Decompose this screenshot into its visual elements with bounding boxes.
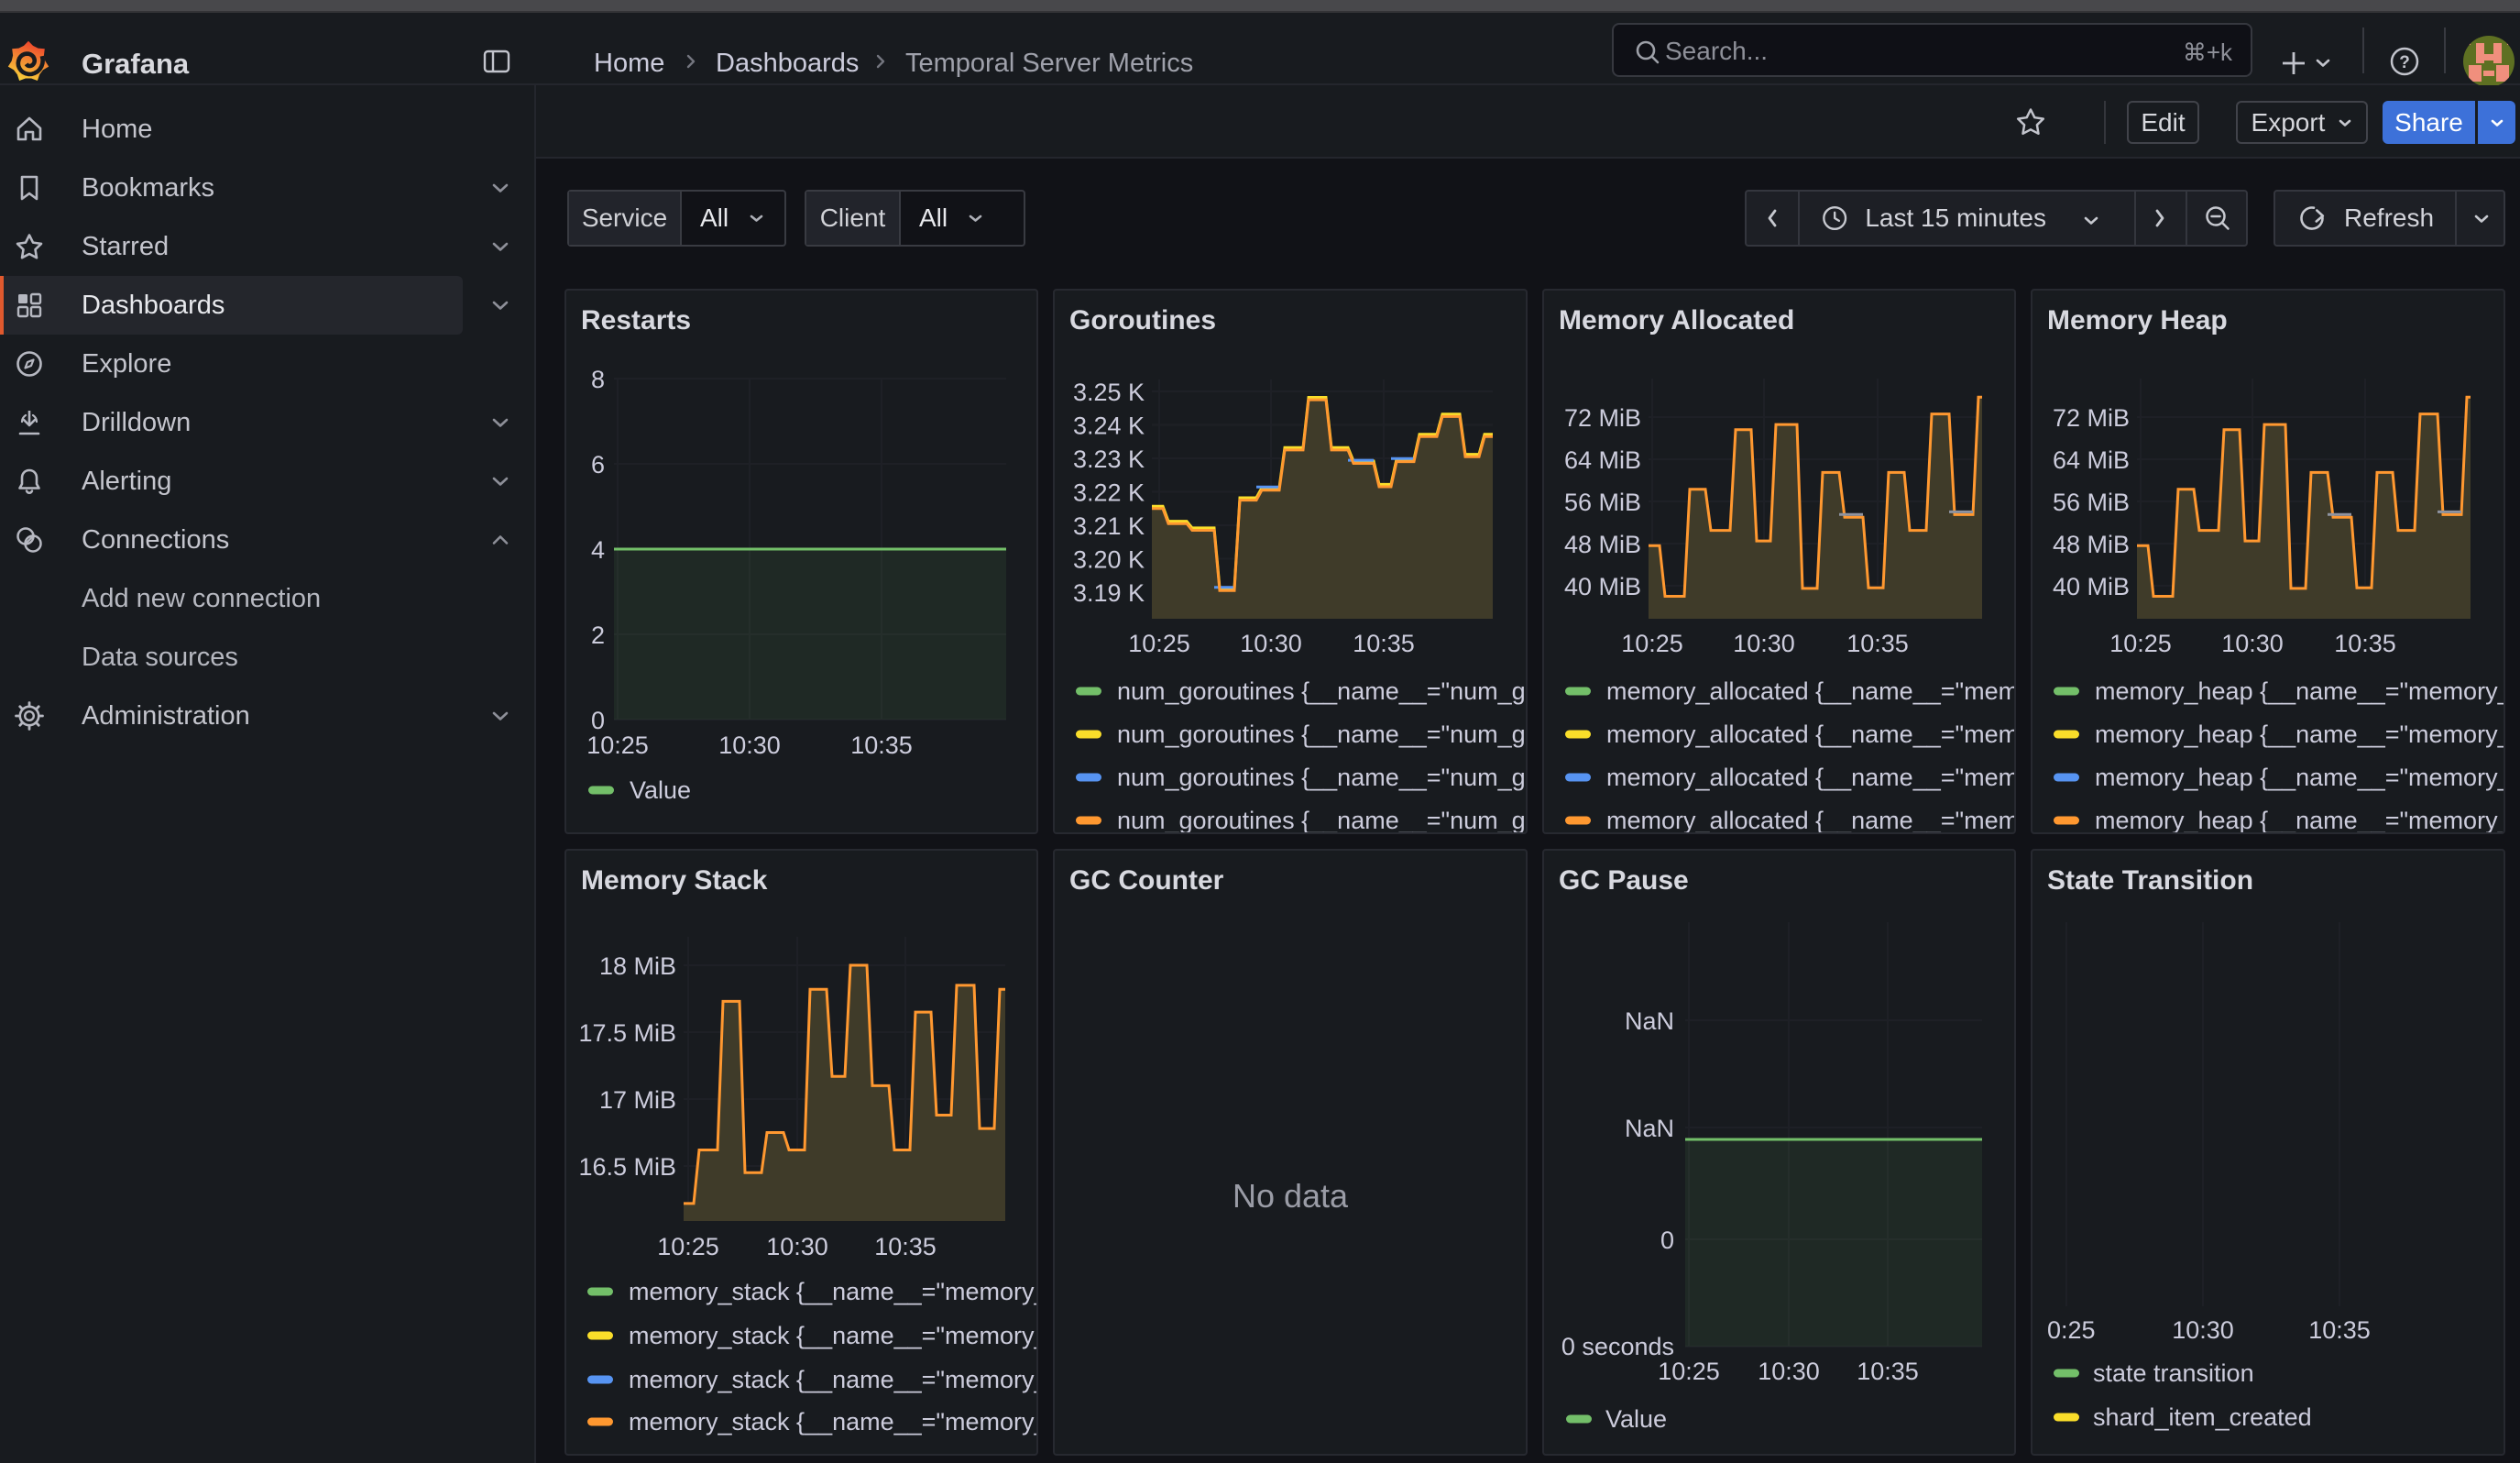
svg-text:num_goroutines {__name__="num_: num_goroutines {__name__="num_gor xyxy=(1117,807,1528,834)
svg-text:memory_allocated {__name__="me: memory_allocated {__name__="memor xyxy=(1606,807,2016,834)
svg-text:3.25 K: 3.25 K xyxy=(1073,379,1145,406)
svg-text:10:25: 10:25 xyxy=(1658,1358,1720,1385)
svg-text:Memory Heap: Memory Heap xyxy=(2047,305,2228,336)
svg-text:40 MiB: 40 MiB xyxy=(2053,573,2130,600)
svg-text:17.5 MiB: 17.5 MiB xyxy=(578,1019,676,1047)
svg-text:72 MiB: 72 MiB xyxy=(1564,404,1641,432)
svg-text:64 MiB: 64 MiB xyxy=(2053,446,2130,474)
svg-text:3.23 K: 3.23 K xyxy=(1073,446,1145,473)
svg-text:10:30: 10:30 xyxy=(2172,1316,2234,1344)
svg-text:10:25: 10:25 xyxy=(1128,630,1190,657)
svg-text:3.22 K: 3.22 K xyxy=(1073,479,1145,507)
svg-text:10:35: 10:35 xyxy=(1353,630,1415,657)
svg-text:0 seconds: 0 seconds xyxy=(1561,1333,1674,1360)
svg-text:18 MiB: 18 MiB xyxy=(599,952,676,980)
svg-text:GC Pause: GC Pause xyxy=(1559,865,1689,896)
svg-text:num_goroutines {__name__="num_: num_goroutines {__name__="num_gor xyxy=(1117,677,1528,705)
svg-text:10:25: 10:25 xyxy=(1621,630,1683,657)
svg-text:memory_stack {__name__="memory: memory_stack {__name__="memory_st xyxy=(629,1322,1038,1349)
svg-text:Memory Stack: Memory Stack xyxy=(581,865,768,896)
svg-text:10:35: 10:35 xyxy=(2308,1316,2371,1344)
svg-text:48 MiB: 48 MiB xyxy=(1564,531,1641,558)
svg-text:memory_heap {__name__="memory_: memory_heap {__name__="memory_he xyxy=(2095,720,2505,748)
svg-text:17 MiB: 17 MiB xyxy=(599,1086,676,1114)
svg-text:NaN: NaN xyxy=(1625,1007,1674,1035)
svg-text:Goroutines: Goroutines xyxy=(1069,305,1216,336)
svg-text:48 MiB: 48 MiB xyxy=(2053,531,2130,558)
svg-text:10:35: 10:35 xyxy=(874,1233,937,1260)
svg-text:memory_stack {__name__="memory: memory_stack {__name__="memory_st xyxy=(629,1408,1038,1436)
svg-text:10:30: 10:30 xyxy=(1758,1358,1820,1385)
svg-text:16.5 MiB: 16.5 MiB xyxy=(578,1153,676,1181)
svg-text:10:30: 10:30 xyxy=(1240,630,1302,657)
svg-text:0:25: 0:25 xyxy=(2047,1316,2096,1344)
svg-text:3.20 K: 3.20 K xyxy=(1073,546,1145,574)
svg-text:3.19 K: 3.19 K xyxy=(1073,579,1145,607)
svg-text:memory_allocated {__name__="me: memory_allocated {__name__="memor xyxy=(1606,764,2016,791)
svg-text:memory_allocated {__name__="me: memory_allocated {__name__="memor xyxy=(1606,720,2016,748)
svg-text:10:30: 10:30 xyxy=(1733,630,1795,657)
svg-text:2: 2 xyxy=(591,622,605,649)
svg-text:memory_heap {__name__="memory_: memory_heap {__name__="memory_he xyxy=(2095,807,2505,834)
svg-text:Value: Value xyxy=(630,776,691,804)
svg-text:72 MiB: 72 MiB xyxy=(2053,404,2130,432)
svg-text:No data: No data xyxy=(1233,1177,1349,1215)
svg-text:3.24 K: 3.24 K xyxy=(1073,412,1145,440)
svg-text:56 MiB: 56 MiB xyxy=(2053,489,2130,516)
svg-text:10:25: 10:25 xyxy=(586,732,649,759)
svg-text:10:30: 10:30 xyxy=(718,732,781,759)
svg-text:num_goroutines {__name__="num_: num_goroutines {__name__="num_gor xyxy=(1117,720,1528,748)
svg-text:memory_allocated {__name__="me: memory_allocated {__name__="memor xyxy=(1606,677,2016,705)
svg-text:shard_item_created: shard_item_created xyxy=(2093,1403,2312,1431)
svg-text:memory_heap {__name__="memory_: memory_heap {__name__="memory_he xyxy=(2095,677,2505,705)
svg-text:3.21 K: 3.21 K xyxy=(1073,512,1145,540)
svg-text:10:35: 10:35 xyxy=(2334,630,2396,657)
svg-text:10:35: 10:35 xyxy=(1846,630,1909,657)
svg-text:10:35: 10:35 xyxy=(1857,1358,1919,1385)
svg-text:NaN: NaN xyxy=(1625,1115,1674,1142)
svg-text:Memory Allocated: Memory Allocated xyxy=(1559,305,1794,336)
svg-text:state transition: state transition xyxy=(2093,1359,2254,1387)
svg-text:Restarts: Restarts xyxy=(581,305,691,336)
svg-text:10:30: 10:30 xyxy=(766,1233,828,1260)
svg-text:6: 6 xyxy=(591,451,605,478)
svg-text:num_goroutines {__name__="num_: num_goroutines {__name__="num_gor xyxy=(1117,764,1528,791)
svg-text:40 MiB: 40 MiB xyxy=(1564,573,1641,600)
svg-text:10:35: 10:35 xyxy=(850,732,913,759)
svg-text:10:30: 10:30 xyxy=(2221,630,2284,657)
svg-text:10:25: 10:25 xyxy=(657,1233,719,1260)
svg-text:Value: Value xyxy=(1605,1405,1667,1433)
svg-text:State Transition: State Transition xyxy=(2047,865,2253,896)
svg-text:10:25: 10:25 xyxy=(2109,630,2172,657)
svg-text:GC Counter: GC Counter xyxy=(1069,865,1224,896)
svg-text:8: 8 xyxy=(591,366,605,393)
svg-text:memory_stack {__name__="memory: memory_stack {__name__="memory_st xyxy=(629,1366,1038,1393)
svg-text:56 MiB: 56 MiB xyxy=(1564,489,1641,516)
svg-text:64 MiB: 64 MiB xyxy=(1564,446,1641,474)
svg-text:memory_stack {__name__="memory: memory_stack {__name__="memory_st xyxy=(629,1278,1038,1305)
svg-text:?: ? xyxy=(2399,53,2410,72)
svg-text:0: 0 xyxy=(1660,1226,1674,1254)
svg-text:memory_heap {__name__="memory_: memory_heap {__name__="memory_he xyxy=(2095,764,2505,791)
svg-text:0: 0 xyxy=(591,707,605,734)
svg-text:4: 4 xyxy=(591,536,605,564)
